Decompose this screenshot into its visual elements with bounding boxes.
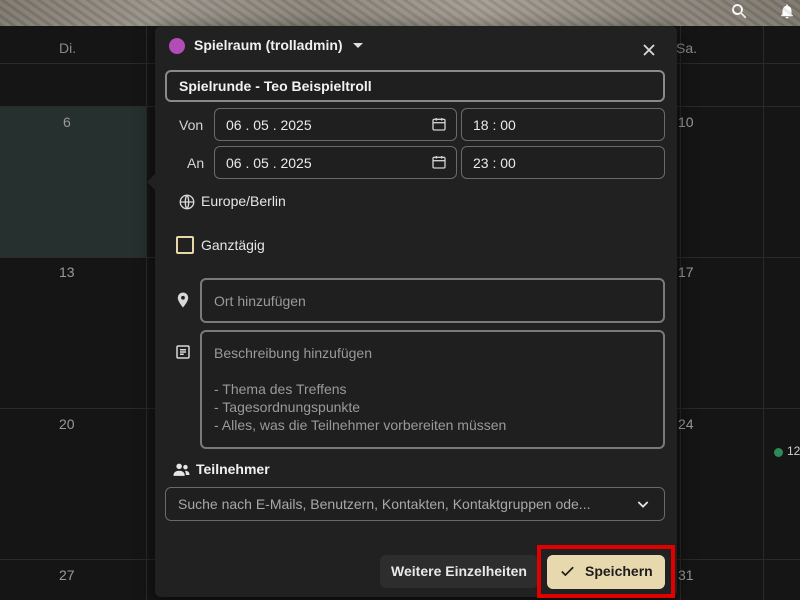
globe-icon — [179, 194, 195, 210]
event-dialog: Spielraum (trolladmin) Spielrunde - Teo … — [147, 26, 677, 598]
people-icon — [173, 463, 190, 476]
calendar-selector[interactable]: Spielraum (trolladmin) — [194, 37, 343, 53]
end-time-input[interactable]: 23 : 00 — [461, 146, 665, 179]
event-color-dot — [774, 448, 783, 457]
day-number[interactable]: 6 — [63, 114, 71, 130]
location-pin-icon — [177, 292, 189, 308]
description-placeholder-line: Beschreibung hinzufügen — [214, 345, 373, 361]
more-details-button[interactable]: Weitere Einzelheiten — [380, 555, 538, 588]
start-time-value: 18 : 00 — [473, 117, 516, 133]
start-date-input[interactable]: 06 . 05 . 2025 — [214, 108, 457, 141]
end-date-value: 06 . 05 . 2025 — [226, 155, 312, 171]
selected-day-cell[interactable] — [0, 107, 146, 257]
caret-down-icon[interactable] — [353, 43, 363, 48]
attendees-search-input[interactable]: Suche nach E-Mails, Benutzern, Kontakten… — [165, 487, 665, 521]
day-number[interactable]: 24 — [678, 416, 694, 432]
description-placeholder-line — [214, 362, 651, 380]
day-number[interactable]: 31 — [678, 567, 694, 583]
end-time-value: 23 : 00 — [473, 155, 516, 171]
close-icon[interactable] — [639, 40, 659, 60]
description-placeholder-line: - Alles, was die Teilnehmer vorbereiten … — [214, 417, 507, 433]
weekday-header-tuesday: Di. — [59, 40, 77, 56]
calendar-picker-icon[interactable] — [431, 154, 447, 170]
start-time-input[interactable]: 18 : 00 — [461, 108, 665, 141]
day-number[interactable]: 10 — [678, 114, 694, 130]
day-number[interactable]: 17 — [678, 264, 694, 280]
calendar-picker-icon[interactable] — [431, 116, 447, 132]
day-number[interactable]: 27 — [59, 567, 75, 583]
start-date-value: 06 . 05 . 2025 — [226, 117, 312, 133]
search-icon[interactable] — [730, 2, 748, 20]
weekday-header-saturday: Sa. — [676, 40, 698, 56]
top-banner — [0, 0, 800, 26]
description-input[interactable]: Beschreibung hinzufügen - Thema des Tref… — [200, 330, 665, 449]
location-input[interactable]: Ort hinzufügen — [200, 278, 665, 323]
event-title-input[interactable]: Spielrunde - Teo Beispieltroll — [165, 70, 665, 102]
bell-icon[interactable] — [778, 2, 796, 20]
from-label: Von — [179, 117, 204, 133]
check-icon — [561, 566, 574, 577]
app-root: Di. Sa. 6 10 13 17 20 24 27 31 12 Spielr… — [0, 0, 800, 600]
end-date-input[interactable]: 06 . 05 . 2025 — [214, 146, 457, 179]
attendees-label: Teilnehmer — [196, 461, 270, 477]
description-icon — [176, 345, 190, 359]
calendar-color-dot — [169, 38, 185, 54]
timezone-selector[interactable]: Europe/Berlin — [201, 193, 286, 209]
chevron-down-icon[interactable] — [635, 496, 651, 512]
day-number[interactable]: 13 — [59, 264, 75, 280]
day-number[interactable]: 20 — [59, 416, 75, 432]
description-placeholder-line: - Tagesordnungspunkte — [214, 399, 361, 415]
all-day-label[interactable]: Ganztägig — [201, 237, 265, 253]
description-placeholder-line: - Thema des Treffens — [214, 381, 347, 397]
event-preview[interactable]: 12 — [787, 444, 800, 458]
all-day-checkbox[interactable] — [176, 236, 194, 254]
to-label: An — [187, 155, 205, 171]
